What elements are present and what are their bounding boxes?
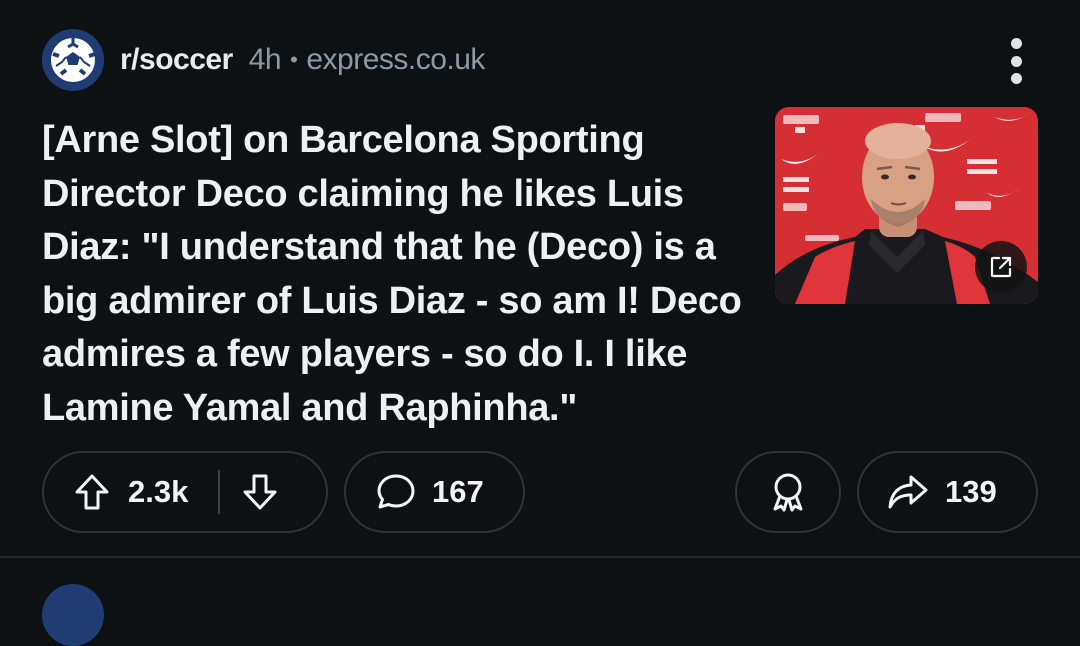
post-thumbnail[interactable] bbox=[775, 107, 1038, 304]
menu-dot bbox=[1010, 38, 1022, 49]
external-link-icon[interactable] bbox=[975, 241, 1027, 293]
more-vertical-icon[interactable] bbox=[1004, 38, 1028, 84]
share-button[interactable]: 139 bbox=[857, 451, 1038, 533]
post-header: r/soccer 4h • express.co.uk bbox=[42, 28, 485, 92]
vote-bar: 2.3k bbox=[42, 451, 328, 533]
upvote-count: 2.3k bbox=[128, 474, 189, 509]
post-card[interactable]: r/soccer 4h • express.co.uk [Arne Slot] … bbox=[0, 0, 1080, 557]
meta-separator: • bbox=[290, 47, 298, 72]
award-button[interactable] bbox=[735, 451, 841, 533]
menu-dot bbox=[1010, 55, 1022, 67]
post-meta: r/soccer 4h • express.co.uk bbox=[120, 43, 485, 77]
post-title[interactable]: [Arne Slot] on Barcelona Sporting Direct… bbox=[42, 114, 762, 435]
share-arrow-icon bbox=[887, 474, 929, 510]
share-count: 139 bbox=[945, 474, 997, 509]
comment-count: 167 bbox=[432, 474, 484, 509]
comment-bubble-icon bbox=[376, 473, 416, 511]
post-age: 4h bbox=[248, 43, 282, 76]
arrow-up-icon[interactable] bbox=[74, 473, 110, 511]
subreddit-name[interactable]: r/soccer bbox=[120, 43, 233, 77]
link-domain[interactable]: express.co.uk bbox=[306, 43, 485, 77]
vote-divider bbox=[218, 470, 221, 514]
post-actions: 2.3k 167 139 bbox=[42, 451, 1038, 535]
post-divider bbox=[0, 556, 1080, 558]
menu-dot bbox=[1010, 73, 1022, 84]
arrow-down-icon[interactable] bbox=[242, 473, 278, 511]
comments-button[interactable]: 167 bbox=[344, 451, 525, 533]
next-post-avatar[interactable] bbox=[42, 584, 104, 646]
award-ribbon-icon bbox=[769, 472, 807, 512]
soccer-ball-icon[interactable] bbox=[42, 29, 104, 91]
